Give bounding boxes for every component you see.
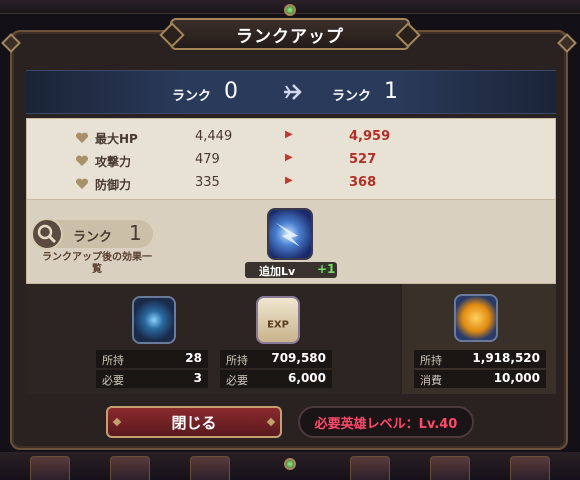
- gold-owned-row: 所持 1,918,520: [414, 350, 546, 368]
- stat-current: 479: [195, 152, 220, 167]
- arrow-right-icon: [284, 84, 302, 100]
- rank-to-value: 1: [384, 79, 398, 104]
- gold-cost-row: 消費 10,000: [414, 370, 546, 388]
- stat-current: 4,449: [195, 129, 233, 144]
- owned-value: 709,580: [271, 351, 326, 365]
- cost-label: 消費: [420, 374, 442, 387]
- stat-comparison: 最大HP 4,449 ▶ 4,959 攻撃力 479 ▶ 527 防御力 335…: [26, 118, 556, 200]
- increase-arrow-icon: ▶: [285, 175, 293, 186]
- svg-text:EXP: EXP: [267, 319, 289, 330]
- stat-row-attack: 攻撃力 479 ▶ 527: [27, 150, 557, 172]
- stat-row-hp: 最大HP 4,449 ▶ 4,959: [27, 127, 557, 149]
- material-1-need-row: 必要 3: [96, 370, 208, 388]
- increase-arrow-icon: ▶: [285, 129, 293, 140]
- stat-name: 防御力: [95, 178, 132, 192]
- heart-icon: [75, 132, 89, 143]
- stat-new: 527: [349, 152, 377, 167]
- cost-value: 10,000: [493, 371, 540, 385]
- hero-portrait[interactable]: [510, 456, 550, 480]
- hero-portrait[interactable]: [430, 456, 470, 480]
- hero-portrait[interactable]: [350, 456, 390, 480]
- skill-level-plus: +1: [317, 262, 336, 276]
- hero-portrait[interactable]: [30, 456, 70, 480]
- heart-icon: [75, 178, 89, 189]
- skill-level-label: 追加Lv: [259, 265, 296, 278]
- effect-list-note: ランクアップ後の効果一覧: [42, 252, 152, 275]
- rank-effect-button[interactable]: ランク 1: [31, 218, 153, 250]
- owned-label: 所持: [102, 354, 124, 367]
- rank-effect-value: 1: [129, 221, 142, 245]
- gem-ornament: [284, 4, 296, 16]
- close-button[interactable]: 閉じる: [106, 406, 282, 438]
- owned-label: 所持: [420, 354, 442, 367]
- skill-icon[interactable]: [267, 208, 313, 260]
- need-value: 3: [193, 371, 202, 385]
- stat-new: 4,959: [349, 129, 391, 144]
- stat-row-defense: 防御力 335 ▶ 368: [27, 173, 557, 195]
- hero-portrait[interactable]: [110, 456, 150, 480]
- exp-scroll-icon[interactable]: EXP: [256, 296, 300, 344]
- dialog-title: ランクアップ: [170, 18, 410, 50]
- material-1-owned-row: 所持 28: [96, 350, 208, 368]
- hero-portrait[interactable]: [190, 456, 230, 480]
- stat-new: 368: [349, 175, 377, 190]
- rank-header: ランク 0 ランク 1: [26, 70, 556, 114]
- stat-name: 攻撃力: [95, 155, 132, 169]
- need-label: 必要: [102, 374, 124, 387]
- stat-current: 335: [195, 175, 220, 190]
- rank-from-label: ランク: [172, 89, 212, 104]
- rank-to-label: ランク: [332, 89, 372, 104]
- stat-name: 最大HP: [95, 132, 138, 146]
- increase-arrow-icon: ▶: [285, 152, 293, 163]
- required-level-badge: 必要英雄レベル：Lv.40: [298, 406, 474, 438]
- owned-value: 28: [185, 351, 202, 365]
- skill-level-plate: 追加Lv +1: [245, 262, 337, 278]
- owned-label: 所持: [226, 354, 248, 367]
- rank-effect-label: ランク: [73, 230, 113, 245]
- owned-value: 1,918,520: [472, 351, 540, 365]
- gem-ornament: [284, 458, 296, 470]
- magnifier-icon: [31, 218, 63, 250]
- material-2-owned-row: 所持 709,580: [220, 350, 332, 368]
- blue-gem-item-icon[interactable]: [132, 296, 176, 344]
- need-value: 6,000: [288, 371, 326, 385]
- heart-icon: [75, 155, 89, 166]
- rank-from-value: 0: [224, 79, 238, 104]
- rank-effect-section: ランク 1 ランクアップ後の効果一覧 追加Lv +1: [26, 200, 556, 284]
- need-label: 必要: [226, 374, 248, 387]
- gold-coin-icon[interactable]: [454, 294, 498, 342]
- gold-section: 所持 1,918,520 消費 10,000: [402, 284, 556, 394]
- materials-section: 所持 28 必要 3 EXP 所持 709,580 必要 6,000: [26, 284, 400, 394]
- material-2-need-row: 必要 6,000: [220, 370, 332, 388]
